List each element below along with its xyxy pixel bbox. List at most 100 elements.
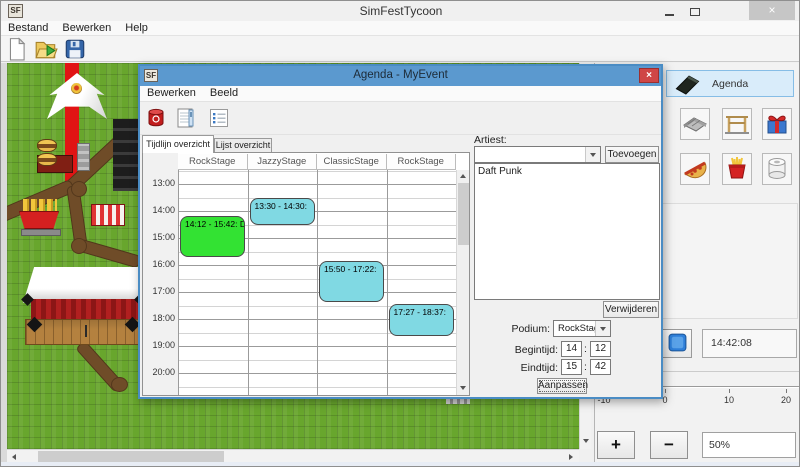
column-line [317, 170, 318, 395]
trash-icon [144, 106, 168, 133]
window-title: SimFestTycoon [1, 4, 800, 18]
road-icon [681, 109, 709, 140]
delete-button[interactable] [143, 106, 169, 132]
scroll-down-icon[interactable] [460, 386, 466, 390]
pizza-icon [681, 154, 709, 185]
event-block[interactable]: 17:27 - 18:37: [389, 304, 454, 336]
zoom-level: 50% [702, 432, 796, 458]
open-file-button[interactable] [34, 37, 58, 61]
popcorn-stand-building[interactable] [91, 204, 125, 226]
event-block-selected[interactable]: 14:12 - 15:42: Daft Punk [180, 216, 245, 257]
time-gutter: 13:0014:0015:0016:0017:0018:0019:0020:00 [143, 153, 178, 395]
begin-minute-field[interactable]: 12 [590, 341, 611, 357]
palette-pizza-button[interactable] [680, 153, 710, 185]
dialog-close-button[interactable]: × [639, 68, 659, 83]
stage-column-header: ClassicStage [317, 154, 387, 170]
scroll-right-icon[interactable] [569, 454, 573, 460]
stage-frame-icon [723, 109, 751, 140]
event-block[interactable]: 13:30 - 14:30: [250, 198, 315, 225]
time-separator: : [584, 361, 587, 373]
begin-time-label: Begintijd: [494, 344, 558, 356]
fries-stand-base [21, 229, 61, 236]
time-label: 17:00 [143, 286, 175, 296]
gift-icon [763, 109, 791, 140]
remove-artist-button[interactable]: Verwijderen [603, 301, 659, 318]
palette-toilet-button[interactable] [762, 153, 792, 185]
dialog-toolbar [140, 102, 661, 135]
scroll-left-icon[interactable] [12, 454, 16, 460]
list-view-button[interactable] [206, 106, 232, 132]
dialog-titlebar[interactable]: SF Agenda - MyEvent × [140, 66, 661, 86]
menu-bestand[interactable]: Bestand [1, 21, 55, 34]
artist-list-item[interactable]: Daft Punk [475, 164, 659, 178]
slider-tick [729, 389, 730, 393]
new-document-button[interactable] [5, 37, 29, 61]
time-label: 20:00 [143, 367, 175, 377]
end-minute-field[interactable]: 42 [590, 359, 611, 375]
palette-gift-button[interactable] [762, 108, 792, 140]
artist-listbox[interactable]: Daft Punk [474, 163, 660, 300]
add-artist-button[interactable]: Toevoegen [605, 146, 659, 163]
palette-road-button[interactable] [680, 108, 710, 140]
begin-hour-field[interactable]: 14 [561, 341, 582, 357]
maximize-button[interactable] [690, 8, 700, 16]
close-button[interactable]: × [749, 1, 795, 20]
minimize-button[interactable] [665, 14, 674, 16]
tabstrip: Tijdlijn overzichtLijst overzicht [142, 135, 472, 153]
agenda-tool-item[interactable]: Agenda [666, 70, 794, 97]
agenda-item-label: Agenda [712, 78, 748, 90]
scrollbar-thumb[interactable] [458, 183, 469, 245]
column-line [178, 170, 179, 395]
menu-bewerken[interactable]: Bewerken [55, 21, 118, 34]
road-junction [71, 181, 87, 197]
fries-stand-building[interactable] [19, 211, 59, 229]
chevron-down-icon[interactable] [595, 321, 610, 336]
map-horizontal-scrollbar[interactable] [7, 449, 579, 462]
stage-column-header: RockStage [387, 154, 457, 170]
game-clock: 14:42:08 [702, 329, 797, 358]
time-label: 15:00 [143, 232, 175, 242]
palette-fries-button[interactable] [722, 153, 752, 185]
artist-combobox[interactable] [474, 146, 601, 163]
scrollbar-thumb[interactable] [38, 451, 224, 462]
slider-tick-label: 10 [716, 395, 742, 405]
end-hour-field[interactable]: 15 [561, 359, 582, 375]
zoom-in-button[interactable]: + [597, 431, 635, 459]
tab-tijdlijn-overzicht[interactable]: Tijdlijn overzicht [142, 135, 214, 153]
chevron-down-icon[interactable] [585, 147, 600, 162]
timeline-view-button[interactable] [173, 106, 199, 132]
column-line [248, 170, 249, 395]
slider-tick [786, 389, 787, 393]
menu-help[interactable]: Help [118, 21, 155, 34]
time-label: 14:00 [143, 205, 175, 215]
sign-post[interactable] [77, 143, 90, 171]
stage-roof [23, 267, 147, 303]
microphone [85, 325, 87, 337]
time-label: 19:00 [143, 340, 175, 350]
road-end-patch [111, 377, 128, 392]
podium-combobox[interactable]: RockStage [553, 320, 611, 337]
time-label: 13:00 [143, 178, 175, 188]
timeline-grid[interactable]: 14:12 - 15:42: Daft Punk13:30 - 14:30: 15… [178, 170, 457, 395]
tab-lijst-overzicht[interactable]: Lijst overzicht [214, 138, 272, 153]
save-button[interactable] [63, 37, 87, 61]
end-time-label: Eindtijd: [494, 362, 558, 374]
slider-tick [665, 389, 666, 393]
scroll-up-icon[interactable] [460, 174, 466, 178]
main-stage-building[interactable] [23, 267, 147, 349]
timeline-panel: 13:0014:0015:0016:0017:0018:0019:0020:00… [142, 152, 470, 396]
time-label: 18:00 [143, 313, 175, 323]
burger-icon [37, 139, 57, 152]
zoom-out-button[interactable]: − [650, 431, 688, 459]
scroll-down-icon[interactable] [583, 439, 589, 443]
dialog-menu-bewerken[interactable]: Bewerken [140, 86, 203, 99]
agenda-dialog: SF Agenda - MyEvent × BewerkenBeeld Tijd… [138, 64, 663, 399]
column-line [387, 170, 388, 395]
event-block[interactable]: 15:50 - 17:22: [319, 261, 384, 302]
palette-stage-button[interactable] [722, 108, 752, 140]
dialog-menu-beeld[interactable]: Beeld [203, 86, 245, 99]
timeline-scrollbar[interactable] [456, 170, 469, 395]
apply-button[interactable]: Aanpassen [537, 378, 587, 394]
window-titlebar[interactable]: SF SimFestTycoon × [1, 1, 800, 21]
dialog-menubar: BewerkenBeeld [140, 86, 661, 102]
